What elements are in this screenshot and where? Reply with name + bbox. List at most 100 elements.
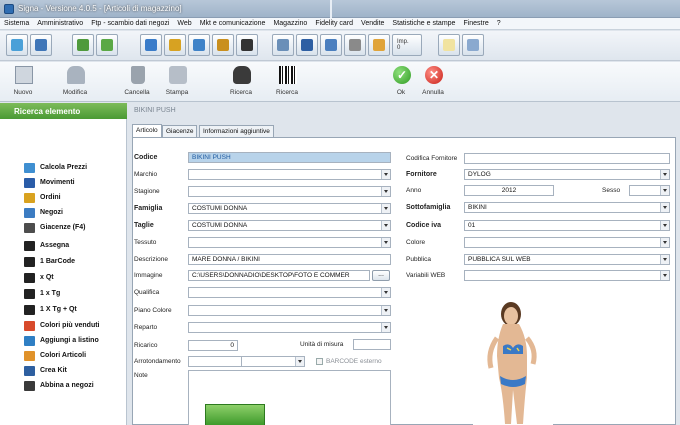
codice-iva-select[interactable]: 01 <box>464 220 670 231</box>
sync-toolbar-button[interactable] <box>96 34 118 56</box>
hand-icon <box>373 39 385 51</box>
transfer-toolbar-button[interactable] <box>72 34 94 56</box>
note-toolbar-button[interactable] <box>438 34 460 56</box>
tab-informazioni-aggiuntive[interactable]: Informazioni aggiuntive <box>199 125 274 137</box>
app-window: Signa - Versione 4.0.5 - [Articoli di ma… <box>0 0 680 425</box>
chevron-down-icon <box>384 190 388 193</box>
menu-ftp[interactable]: Ftp - scambio dati negozi <box>91 20 169 27</box>
stock-icon <box>217 39 229 51</box>
barcode-toolbar-button[interactable] <box>236 34 258 56</box>
sidebar-item-ordini[interactable]: Ordini <box>24 193 124 204</box>
sottofamiglia-select[interactable]: BIKINI <box>464 202 670 213</box>
famiglia-select[interactable]: COSTUMI DONNA <box>188 203 391 214</box>
warehouse-toolbar-button[interactable] <box>164 34 186 56</box>
anno-field[interactable]: 2012 <box>464 185 554 196</box>
qualifica-select[interactable] <box>188 287 391 298</box>
sidebar-header: Ricerca elemento <box>0 103 127 119</box>
tessuto-label: Tessuto <box>134 239 157 246</box>
codifica-fornitore-field[interactable] <box>464 153 670 164</box>
nuovo-button[interactable]: Nuovo <box>6 64 40 100</box>
sidebar-item-1-x-tg-qt[interactable]: 1 X Tg + Qt <box>24 305 124 316</box>
hand-toolbar-button[interactable] <box>368 34 390 56</box>
ricerca-barcode-button[interactable]: Ricerca <box>270 64 304 100</box>
printer-icon <box>169 66 187 84</box>
import-toolbar-button[interactable]: Imp. 0 <box>392 34 422 56</box>
record-title: BIKINI PUSH <box>134 107 176 114</box>
codifica-fornitore-label: Codifica Fornitore <box>406 155 458 162</box>
ricarico-field[interactable]: 0 <box>188 340 238 351</box>
sidebar-item-assegna[interactable]: Assegna <box>24 241 124 252</box>
sidebar-item-crea-kit[interactable]: Crea Kit <box>24 366 124 377</box>
annulla-button[interactable]: ✕ Annulla <box>416 64 450 100</box>
nuovo-label: Nuovo <box>13 89 33 96</box>
main-area: BIKINI PUSH Articolo Giacenze Informazio… <box>128 103 680 425</box>
marchio-select[interactable] <box>188 169 391 180</box>
menu-magazzino[interactable]: Magazzino <box>273 20 307 27</box>
menu-help[interactable]: ? <box>497 20 501 27</box>
monitor-toolbar-button[interactable] <box>296 34 318 56</box>
tab-giacenze[interactable]: Giacenze <box>162 125 198 137</box>
variabili-web-select[interactable] <box>464 270 670 281</box>
immagine-field[interactable]: C:\USERS\DONNADIO\DESKTOP\FOTO E COMMER <box>188 270 370 281</box>
menu-statistiche[interactable]: Statistiche e stampe <box>392 20 455 27</box>
stagione-select[interactable] <box>188 186 391 197</box>
fornitore-select[interactable]: DYLOG <box>464 169 670 180</box>
sesso-select[interactable] <box>629 185 670 196</box>
descrizione-field[interactable]: MARE DONNA / BIKINI <box>188 254 391 265</box>
sidebar-item-aggiungi-a-listino[interactable]: Aggiungi a listino <box>24 336 124 347</box>
sidebar-item-1-barcode[interactable]: 1 BarCode <box>24 257 124 268</box>
ricerca-binoculars-button[interactable]: Ricerca <box>224 64 258 100</box>
stock-toolbar-button[interactable] <box>212 34 234 56</box>
calculator-toolbar-button[interactable] <box>6 34 28 56</box>
pubblica-select[interactable]: PUBBLICA SUL WEB <box>464 254 670 265</box>
sidebar-item-x-qt[interactable]: x Qt <box>24 273 124 284</box>
sidebar-item-movimenti[interactable]: Movimenti <box>24 178 124 189</box>
colore-select[interactable] <box>464 237 670 248</box>
menu-web[interactable]: Web <box>177 20 191 27</box>
sidebar-item-colori-articoli[interactable]: Colori Articoli <box>24 351 124 362</box>
reparto-select[interactable] <box>188 322 391 333</box>
report-toolbar-button[interactable] <box>272 34 294 56</box>
tools-toolbar-button[interactable] <box>344 34 366 56</box>
cancella-button[interactable]: Cancella <box>120 64 154 100</box>
sidebar-item-negozi[interactable]: Negozi <box>24 208 124 219</box>
menu-fidelity[interactable]: Fidelity card <box>315 20 353 27</box>
sidebar-item-calcola-prezzi[interactable]: Calcola Prezzi <box>24 163 124 174</box>
piano-colore-select[interactable] <box>188 305 391 316</box>
menu-mkt[interactable]: Mkt e comunicazione <box>200 20 266 27</box>
docs-toolbar-button[interactable] <box>140 34 162 56</box>
qualifica-label: Qualifica <box>134 289 160 296</box>
register-icon <box>35 39 47 51</box>
sidebar-item-abbina-a-negozi[interactable]: Abbina a negozi <box>24 381 124 392</box>
arrotondamento-field[interactable] <box>188 356 244 367</box>
pubblica-value: PUBBLICA SUL WEB <box>468 256 531 263</box>
shop-toolbar-button[interactable] <box>188 34 210 56</box>
sidebar-item-1-x-tg[interactable]: 1 x Tg <box>24 289 124 300</box>
taglie-select[interactable]: COSTUMI DONNA <box>188 220 391 231</box>
sidebar-item-giacenze-f4[interactable]: Giacenze (F4) <box>24 223 124 234</box>
stampa-button[interactable]: Stampa <box>160 64 194 100</box>
window-toolbar-button[interactable] <box>462 34 484 56</box>
sidebar-item-colori-pi-venduti[interactable]: Colori più venduti <box>24 321 124 332</box>
sidebar-item-label: 1 x Tg <box>40 290 61 297</box>
menu-sistema[interactable]: Sistema <box>4 20 29 27</box>
tools-icon <box>349 39 361 51</box>
menu-amministrativo[interactable]: Amministrativo <box>37 20 83 27</box>
codice-field[interactable]: BIKINI PUSH <box>188 152 391 163</box>
shop-icon <box>24 208 35 218</box>
menu-vendite[interactable]: Vendite <box>361 20 384 27</box>
barcode-esterno-checkbox[interactable] <box>316 358 323 365</box>
tessuto-select[interactable] <box>188 237 391 248</box>
unita-misura-field[interactable] <box>353 339 391 350</box>
arrotondamento-select[interactable] <box>241 356 305 367</box>
browse-button[interactable]: ... <box>372 270 390 281</box>
tab-articolo[interactable]: Articolo <box>132 124 162 137</box>
people-toolbar-button[interactable] <box>320 34 342 56</box>
modifica-button[interactable]: Modifica <box>58 64 92 100</box>
add-list-icon <box>24 336 35 346</box>
menu-finestre[interactable]: Finestre <box>463 20 488 27</box>
arrows-icon <box>24 178 35 188</box>
register-toolbar-button[interactable] <box>30 34 52 56</box>
palette-icon <box>24 321 35 331</box>
green-action-button[interactable] <box>205 404 265 425</box>
